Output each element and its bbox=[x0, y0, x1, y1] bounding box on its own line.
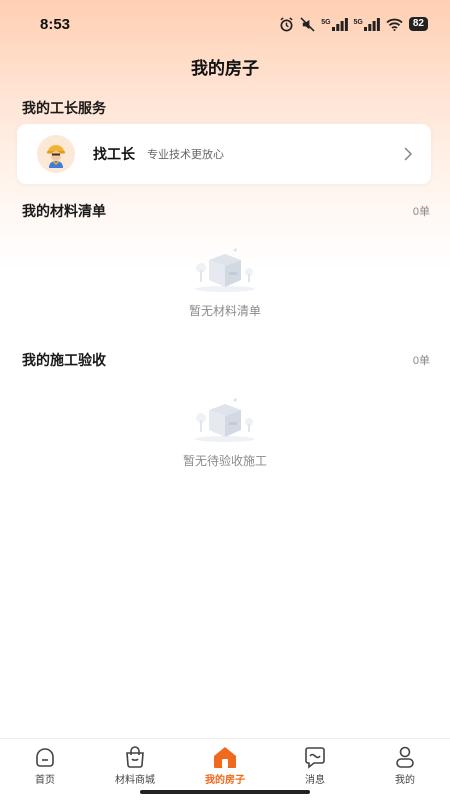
tab-messages-label: 消息 bbox=[305, 775, 325, 786]
status-time: 8:53 bbox=[40, 15, 71, 33]
empty-box-icon bbox=[195, 398, 255, 442]
message-bubble-icon bbox=[305, 747, 325, 769]
find-foreman-card[interactable]: 找工长 专业技术更放心 bbox=[17, 124, 431, 184]
materials-empty-state: 暂无材料清单 bbox=[0, 242, 450, 319]
inspection-empty-text: 暂无待验收施工 bbox=[182, 454, 267, 468]
tab-materials-mall-label: 材料商城 bbox=[115, 775, 155, 786]
signal-label-2: 5G bbox=[353, 18, 363, 26]
mute-icon bbox=[300, 16, 315, 32]
tab-my-house-label: 我的房子 bbox=[205, 775, 245, 786]
empty-box-icon bbox=[195, 248, 255, 292]
shopping-bag-icon bbox=[126, 746, 144, 768]
alarm-icon bbox=[280, 16, 293, 31]
tab-home-label: 首页 bbox=[35, 775, 55, 786]
home-face-icon bbox=[36, 748, 54, 767]
inspection-count: 0单 bbox=[412, 355, 430, 367]
tab-mine[interactable]: 我的 bbox=[360, 739, 450, 800]
status-bar: 8:53 5G 5G 82 bbox=[0, 0, 450, 48]
worker-avatar-icon bbox=[37, 135, 75, 173]
chevron-right-icon bbox=[404, 147, 413, 161]
home-indicator[interactable] bbox=[140, 790, 310, 794]
inspection-empty-state: 暂无待验收施工 bbox=[0, 392, 450, 469]
wifi-icon bbox=[386, 18, 403, 31]
inspection-section-title: 我的施工验收 bbox=[22, 352, 106, 368]
signal-icon-2 bbox=[363, 17, 380, 31]
page-title: 我的房子 bbox=[191, 59, 259, 78]
tab-home[interactable]: 首页 bbox=[0, 739, 90, 800]
foreman-section-title: 我的工长服务 bbox=[22, 100, 106, 116]
materials-section-title: 我的材料清单 bbox=[22, 203, 106, 219]
tab-mine-label: 我的 bbox=[395, 775, 415, 786]
signal-label-1: 5G bbox=[321, 18, 331, 26]
person-icon bbox=[396, 746, 414, 768]
house-icon bbox=[214, 747, 236, 768]
battery-indicator: 82 bbox=[408, 17, 428, 31]
find-foreman-subtitle: 专业技术更放心 bbox=[147, 149, 224, 161]
signal-icon-1 bbox=[331, 17, 348, 31]
find-foreman-title: 找工长 bbox=[93, 146, 135, 162]
status-icons: 5G 5G 82 bbox=[279, 16, 428, 32]
materials-count: 0单 bbox=[412, 206, 430, 218]
materials-empty-text: 暂无材料清单 bbox=[188, 304, 261, 318]
